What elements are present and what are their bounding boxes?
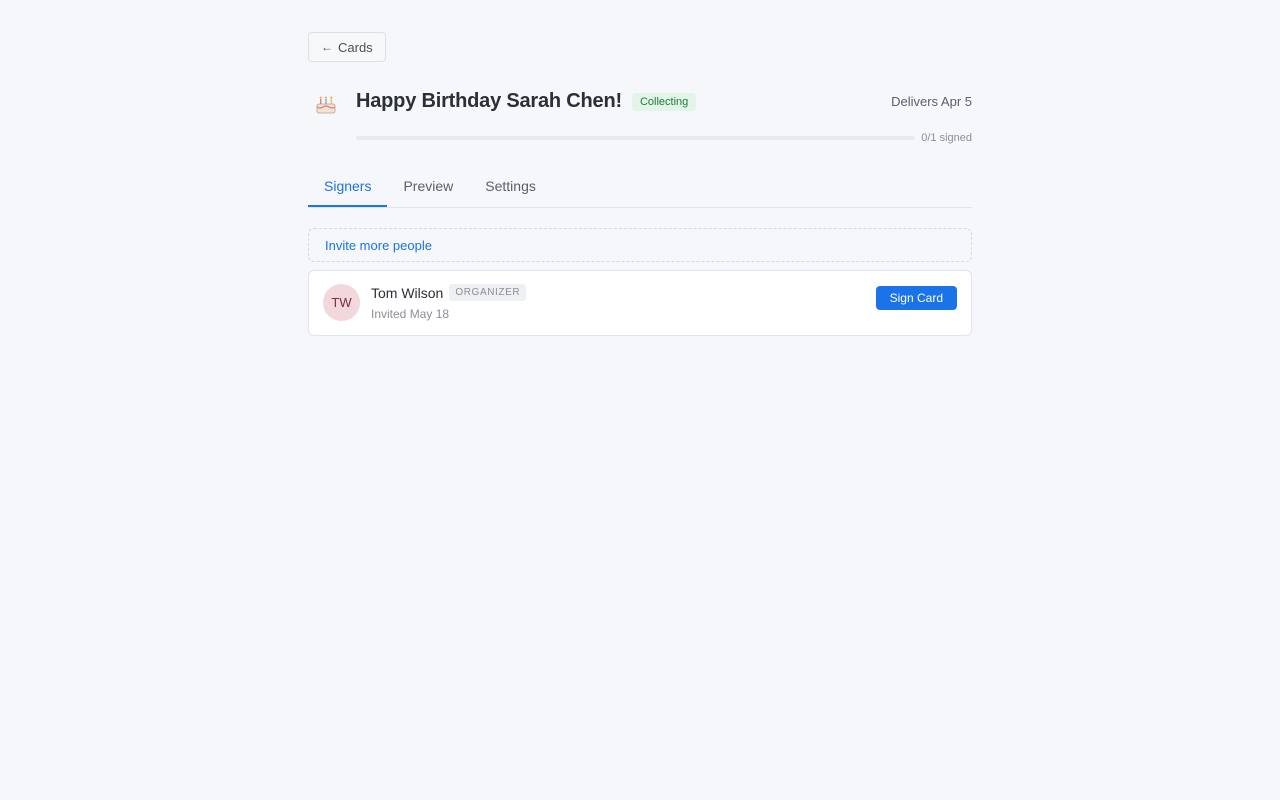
back-button-label: Cards <box>338 39 373 55</box>
sign-card-button[interactable]: Sign Card <box>875 286 957 310</box>
signing-progress: 0/1 signed <box>356 132 972 144</box>
card-header: Happy Birthday Sarah Chen! Collecting De… <box>308 82 972 144</box>
card-detail-page: ← Cards Happy Birthday Sarah Chen! Colle… <box>308 32 972 336</box>
role-badge: ORGANIZER <box>449 284 527 301</box>
invited-date: Invited May 18 <box>371 307 450 321</box>
cake-icon <box>316 96 336 114</box>
delivery-date: Delivers Apr 5 <box>891 94 972 109</box>
title-row: Happy Birthday Sarah Chen! Collecting <box>356 90 697 113</box>
tab-bar: Signers Preview Settings <box>308 166 972 208</box>
tab-settings[interactable]: Settings <box>469 166 552 207</box>
arrow-left-icon: ← <box>321 40 333 54</box>
tab-signers[interactable]: Signers <box>308 166 388 207</box>
status-badge: Collecting <box>631 92 697 111</box>
signer-row: TW Tom Wilson ORGANIZER Invited May 18 S… <box>308 270 972 336</box>
page-title: Happy Birthday Sarah Chen! <box>356 90 622 112</box>
progress-track <box>356 136 916 140</box>
invite-more-people-button[interactable]: Invite more people <box>308 228 972 262</box>
avatar: TW <box>323 284 360 321</box>
back-to-cards-button[interactable]: ← Cards <box>308 32 386 62</box>
progress-label: 0/1 signed <box>921 132 972 144</box>
signer-name: Tom Wilson <box>371 284 444 301</box>
signer-name-row: Tom Wilson ORGANIZER <box>371 284 527 301</box>
tab-preview[interactable]: Preview <box>387 166 469 207</box>
